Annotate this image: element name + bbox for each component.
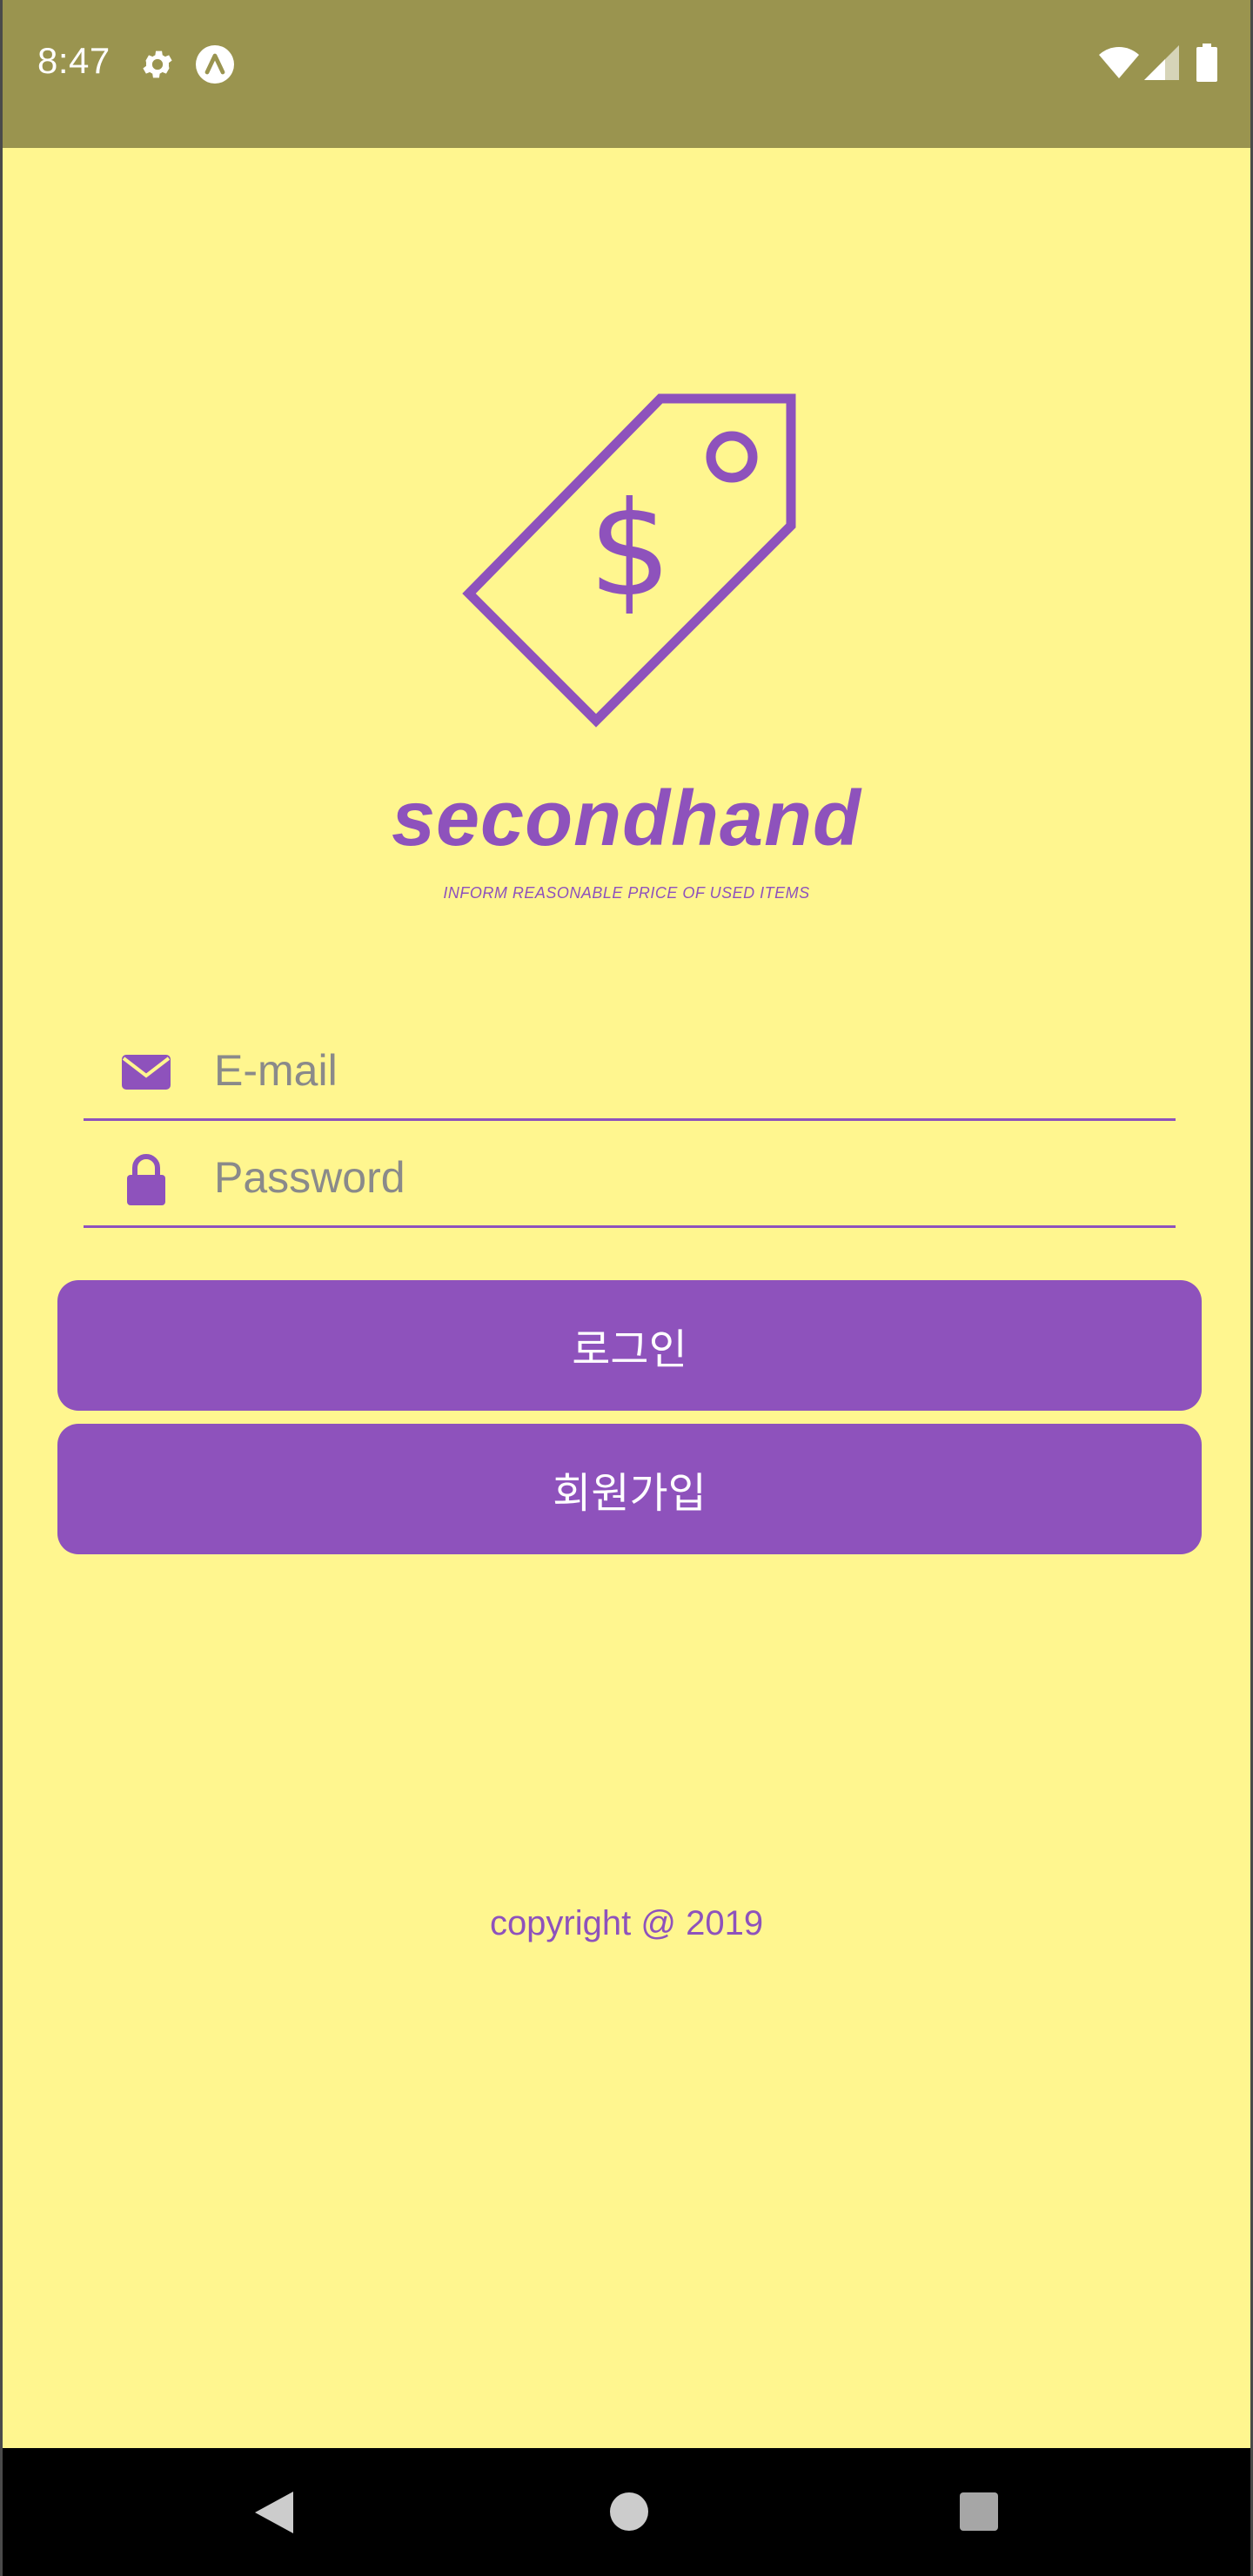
app-tagline: INFORM REASONABLE PRICE OF USED ITEMS [443, 884, 810, 902]
email-field-row [84, 1025, 1176, 1121]
signal-icon [1144, 45, 1179, 80]
password-field-row [84, 1132, 1176, 1228]
lock-icon [127, 1154, 165, 1205]
login-screen: 8:47 $ secondhand INFORM REASONABLE PRIC… [0, 0, 1253, 2576]
battery-icon [1196, 44, 1217, 82]
login-button[interactable]: 로그인 [57, 1280, 1202, 1411]
gear-icon [143, 50, 172, 78]
recents-icon[interactable] [959, 2492, 999, 2532]
email-input[interactable] [214, 1036, 1154, 1105]
app-title: secondhand [391, 775, 862, 862]
price-tag-dollar-icon: $ [462, 393, 796, 728]
navigation-bar [3, 2448, 1250, 2576]
password-input[interactable] [214, 1143, 1154, 1212]
signup-button[interactable]: 회원가입 [57, 1424, 1202, 1554]
home-icon[interactable] [609, 2492, 649, 2532]
copyright-text: copyright @ 2019 [489, 1904, 764, 1942]
app-a-icon [196, 45, 234, 84]
wifi-icon [1099, 47, 1139, 78]
dollar-symbol: $ [588, 474, 671, 626]
status-time: 8:47 [37, 40, 111, 81]
back-icon[interactable] [253, 2490, 295, 2535]
envelope-icon [122, 1055, 171, 1090]
status-bar: 8:47 [3, 0, 1250, 148]
